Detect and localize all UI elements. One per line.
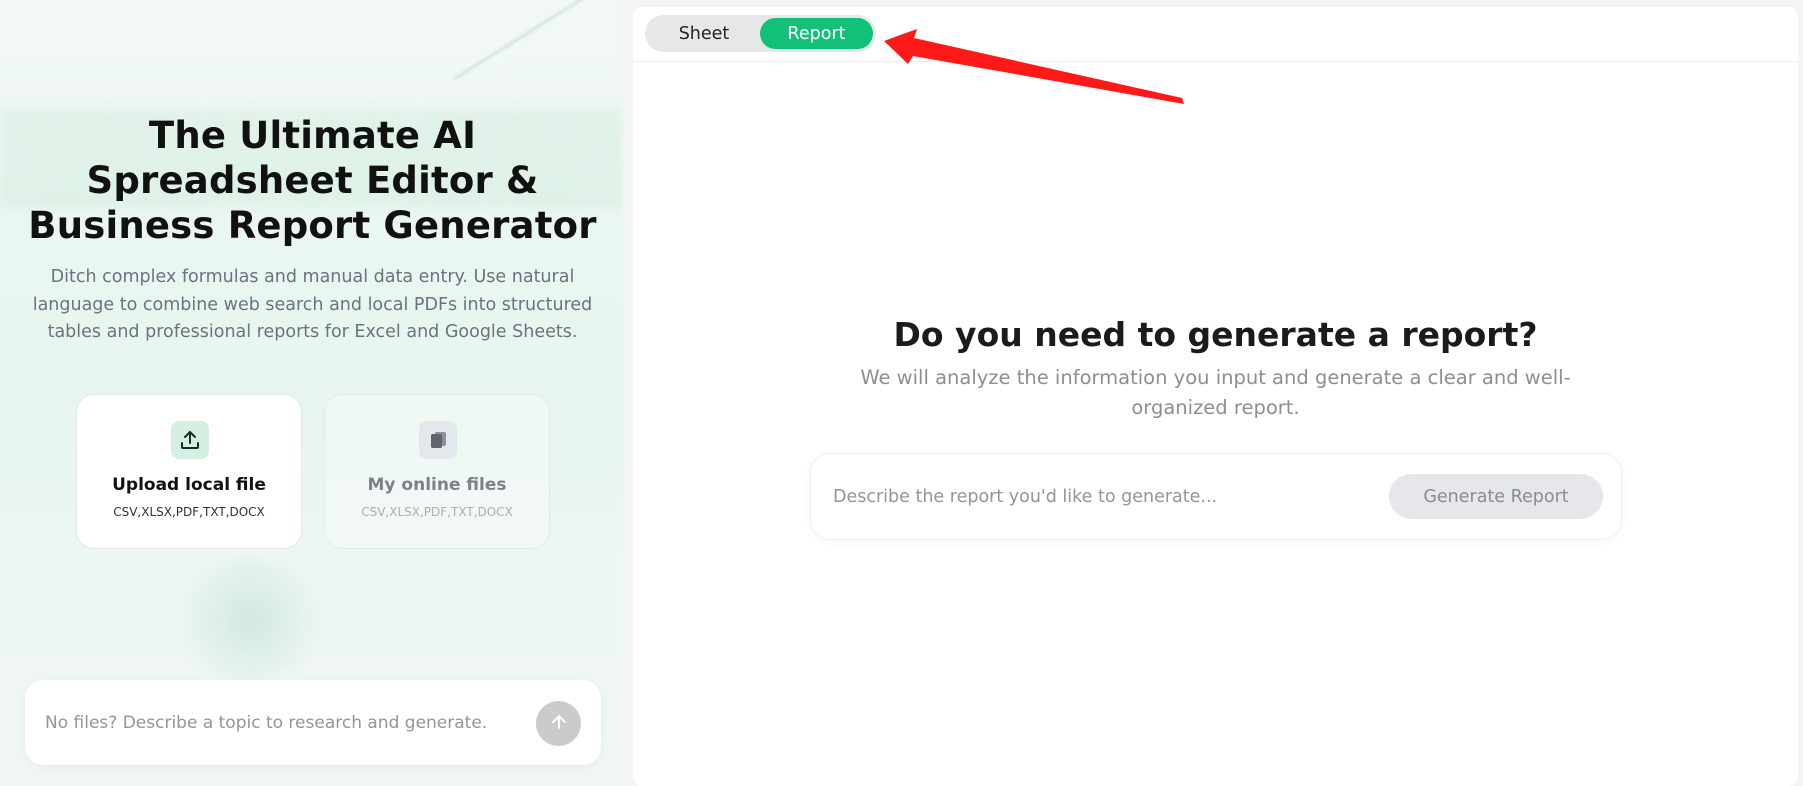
- red-arrow-icon: [884, 29, 1184, 104]
